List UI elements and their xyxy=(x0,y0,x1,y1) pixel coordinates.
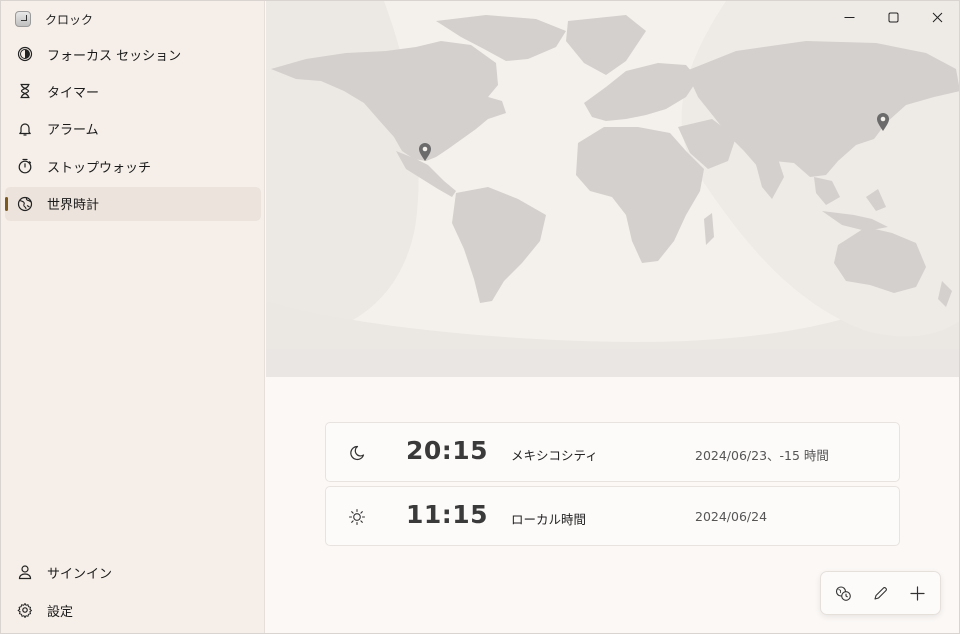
nav-item-stopwatch[interactable]: ストップウォッチ xyxy=(5,149,261,183)
sign-in-button[interactable]: サインイン xyxy=(5,555,261,589)
world-clock-toolbar xyxy=(820,571,941,615)
compare-button[interactable] xyxy=(828,577,860,609)
minimize-button[interactable] xyxy=(827,1,871,33)
bell-icon xyxy=(17,121,33,137)
app-title: クロック xyxy=(45,12,94,27)
maximize-button[interactable] xyxy=(871,1,915,33)
maximize-icon xyxy=(888,12,898,22)
moon-icon xyxy=(348,444,366,462)
close-button[interactable] xyxy=(915,1,959,33)
add-icon xyxy=(910,585,925,601)
hourglass-icon xyxy=(17,83,33,99)
clock-date: 2024/06/23、-15 時間 xyxy=(695,448,829,463)
close-icon xyxy=(932,12,942,22)
edit-icon xyxy=(874,586,887,600)
app-title-bar: クロック xyxy=(15,9,93,29)
clock-app-icon xyxy=(15,11,31,27)
clock-time: 11:15 xyxy=(406,500,489,529)
world-clock-card-local[interactable]: 11:15 ローカル時間 2024/06/24 xyxy=(325,486,900,546)
nav-item-alarm[interactable]: アラーム xyxy=(5,112,261,146)
world-map-graphic xyxy=(266,1,959,377)
nav-label: 世界時計 xyxy=(47,198,100,214)
nav-label: 設定 xyxy=(47,604,74,620)
nav-label: タイマー xyxy=(47,85,100,101)
sun-icon xyxy=(348,508,366,526)
nav-label: フォーカス セッション xyxy=(47,48,182,64)
sidebar: クロック フォーカス セッション タイマー アラーム ストップウォッチ 世界時計… xyxy=(1,1,265,633)
bottom-nav: サインイン 設定 xyxy=(5,555,261,631)
focus-icon xyxy=(17,46,33,62)
globe-icon xyxy=(17,196,33,212)
nav-item-world-clock[interactable]: 世界時計 xyxy=(5,186,261,221)
settings-button[interactable]: 設定 xyxy=(5,593,261,627)
edit-button[interactable] xyxy=(865,577,897,609)
clock-window: クロック フォーカス セッション タイマー アラーム ストップウォッチ 世界時計… xyxy=(0,0,960,634)
nav-label: アラーム xyxy=(47,123,99,139)
nav-label: サインイン xyxy=(47,566,113,582)
minimize-icon xyxy=(844,16,854,18)
clock-city: メキシコシティ xyxy=(511,448,598,463)
nav-item-timer[interactable]: タイマー xyxy=(5,74,261,108)
clock-date: 2024/06/24 xyxy=(695,509,768,524)
nav-item-focus-session[interactable]: フォーカス セッション xyxy=(5,37,261,71)
window-controls xyxy=(827,1,959,33)
person-icon xyxy=(17,564,33,580)
world-map xyxy=(266,1,959,377)
nav-label: ストップウォッチ xyxy=(47,160,152,176)
world-clock-card-mexico-city[interactable]: 20:15 メキシコシティ 2024/06/23、-15 時間 xyxy=(325,422,900,482)
clock-time: 20:15 xyxy=(406,436,489,465)
compare-icon xyxy=(835,585,851,601)
stopwatch-icon xyxy=(17,158,33,174)
clock-city: ローカル時間 xyxy=(511,512,587,527)
nav-menu: フォーカス セッション タイマー アラーム ストップウォッチ 世界時計 xyxy=(5,37,261,224)
add-button[interactable] xyxy=(902,577,934,609)
gear-icon xyxy=(17,602,33,618)
